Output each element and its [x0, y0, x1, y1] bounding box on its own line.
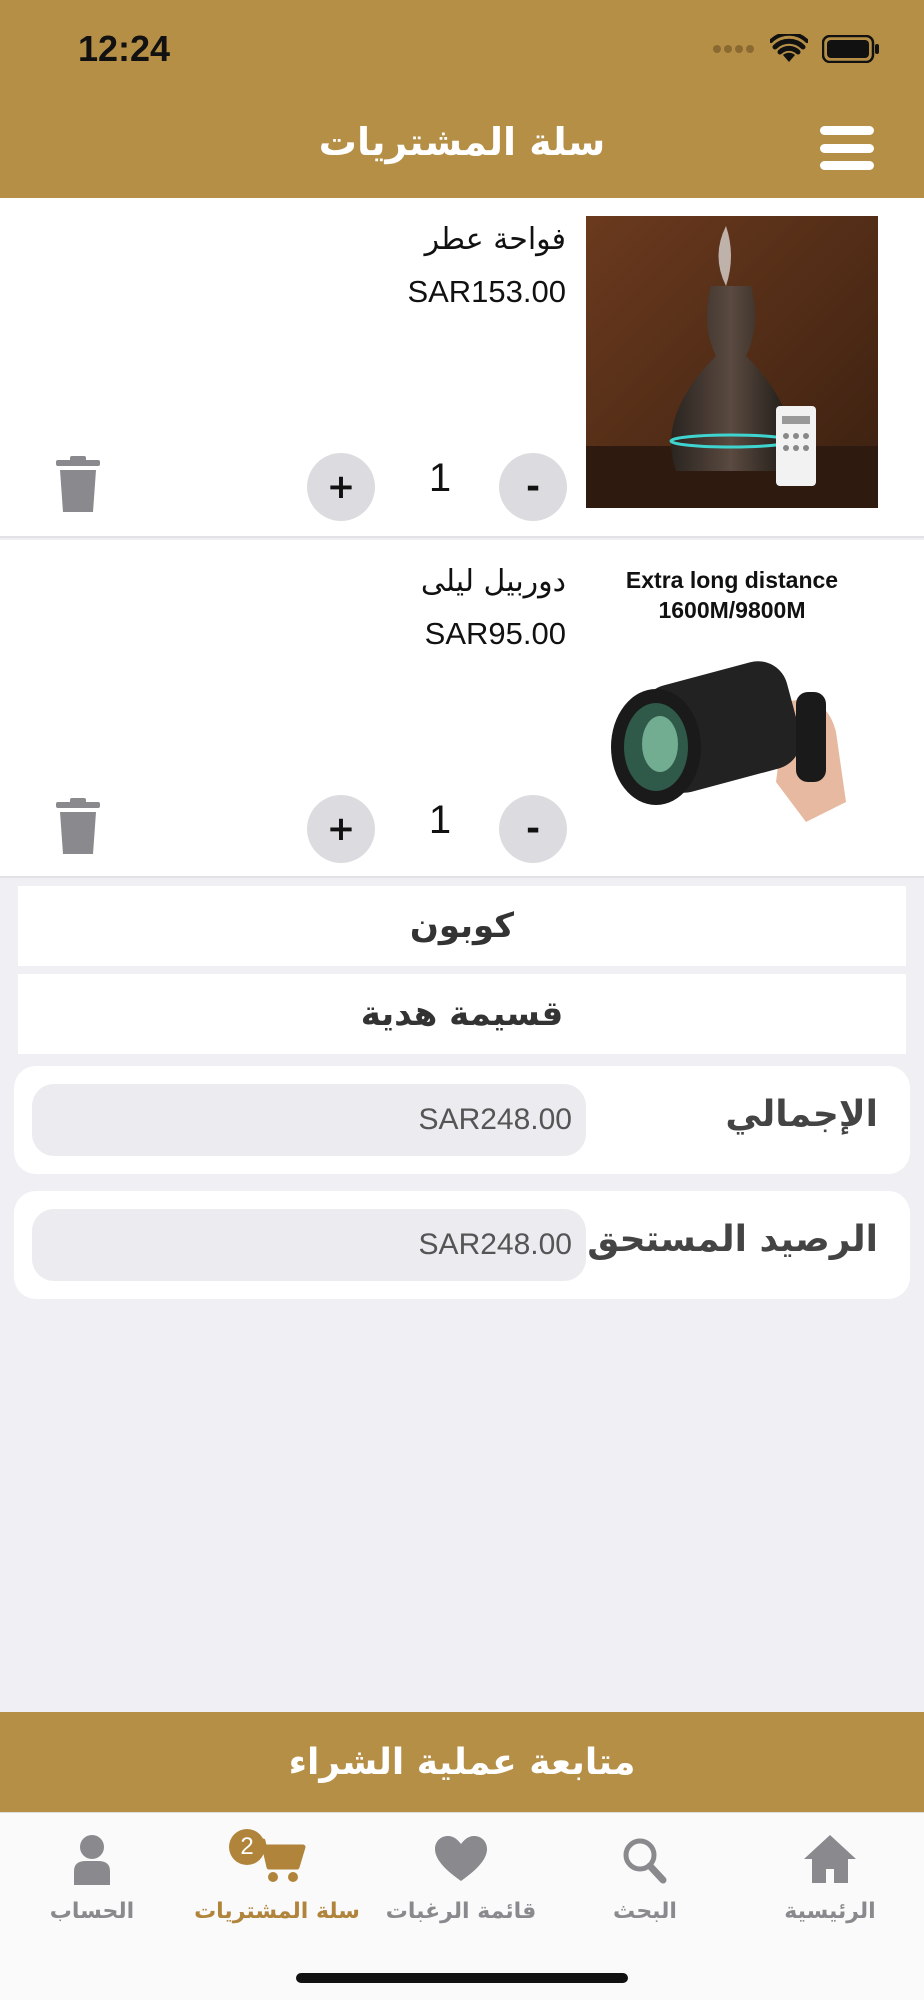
tab-label: قائمة الرغبات [385, 1899, 537, 1924]
increase-quantity-button[interactable]: + [307, 453, 375, 521]
status-icons [712, 34, 880, 64]
total-row: الإجمالي SAR248.00 [14, 1066, 910, 1174]
page-title: سلة المشتريات [318, 120, 606, 164]
battery-icon [822, 35, 879, 63]
home-icon [804, 1835, 856, 1883]
tab-label: سلة المشتريات [194, 1899, 360, 1924]
menu-button[interactable] [820, 126, 874, 170]
gift-card-button[interactable]: قسيمة هدية [18, 974, 906, 1054]
checkout-button[interactable]: متابعة عملية الشراء [0, 1712, 924, 1812]
cart-item: Extra long distance 1600M/9800M دوربيل ل… [0, 540, 924, 878]
tab-label: الرئيسية [784, 1899, 876, 1924]
tab-home[interactable]: الرئيسية [738, 1833, 922, 1943]
signal-icon [713, 45, 754, 53]
cart-badge: 2 [229, 1829, 265, 1865]
product-price: SAR95.00 [424, 616, 566, 651]
status-time: 12:24 [78, 28, 171, 69]
tab-wishlist[interactable]: قائمة الرغبات [369, 1833, 553, 1943]
nav-bar: سلة المشتريات [0, 100, 924, 198]
image-text-line2: 1600M/9800M [658, 597, 805, 623]
product-price: SAR153.00 [407, 274, 566, 309]
tab-bar: الرئيسية البحث قائمة الرغبات 2 سلة المشت… [0, 1812, 924, 2000]
tab-search[interactable]: البحث [553, 1833, 737, 1943]
product-image-diffuser[interactable] [586, 216, 878, 508]
tab-label: الحساب [49, 1899, 135, 1924]
diffuser-image [586, 216, 878, 508]
cart-item: فواحة عطر SAR153.00 - 1 + [0, 198, 924, 538]
quantity-value: 1 [428, 456, 452, 500]
search-icon [623, 1838, 667, 1884]
balance-due-label: الرصيد المستحق [587, 1219, 878, 1260]
trash-icon[interactable] [56, 798, 100, 854]
product-name: فواحة عطر [424, 222, 566, 257]
balance-due-value: SAR248.00 [32, 1209, 586, 1281]
tab-account[interactable]: الحساب [0, 1833, 184, 1943]
total-value: SAR248.00 [32, 1084, 586, 1156]
coupon-button[interactable]: كوبون [18, 886, 906, 966]
status-bar: 12:24 [0, 0, 924, 100]
product-image-monocular[interactable]: Extra long distance 1600M/9800M [586, 552, 878, 844]
home-indicator [296, 1973, 628, 1983]
trash-icon[interactable] [56, 456, 100, 512]
user-icon [74, 1835, 110, 1885]
product-name: دوربيل ليلى [420, 564, 566, 599]
menu-icon-bar [820, 143, 874, 153]
heart-icon [435, 1836, 487, 1881]
wifi-icon [770, 34, 808, 62]
monocular-image: Extra long distance 1600M/9800M [586, 552, 878, 844]
menu-icon-bar [820, 161, 874, 170]
decrease-quantity-button[interactable]: - [499, 453, 567, 521]
increase-quantity-button[interactable]: + [307, 795, 375, 863]
image-text-line1: Extra long distance [626, 567, 838, 593]
menu-icon-bar [820, 126, 874, 135]
tab-cart[interactable]: 2 سلة المشتريات [185, 1829, 369, 1943]
balance-due-row: الرصيد المستحق SAR248.00 [14, 1191, 910, 1299]
total-label: الإجمالي [725, 1094, 878, 1135]
quantity-value: 1 [428, 798, 452, 842]
tab-label: البحث [613, 1899, 677, 1924]
decrease-quantity-button[interactable]: - [499, 795, 567, 863]
